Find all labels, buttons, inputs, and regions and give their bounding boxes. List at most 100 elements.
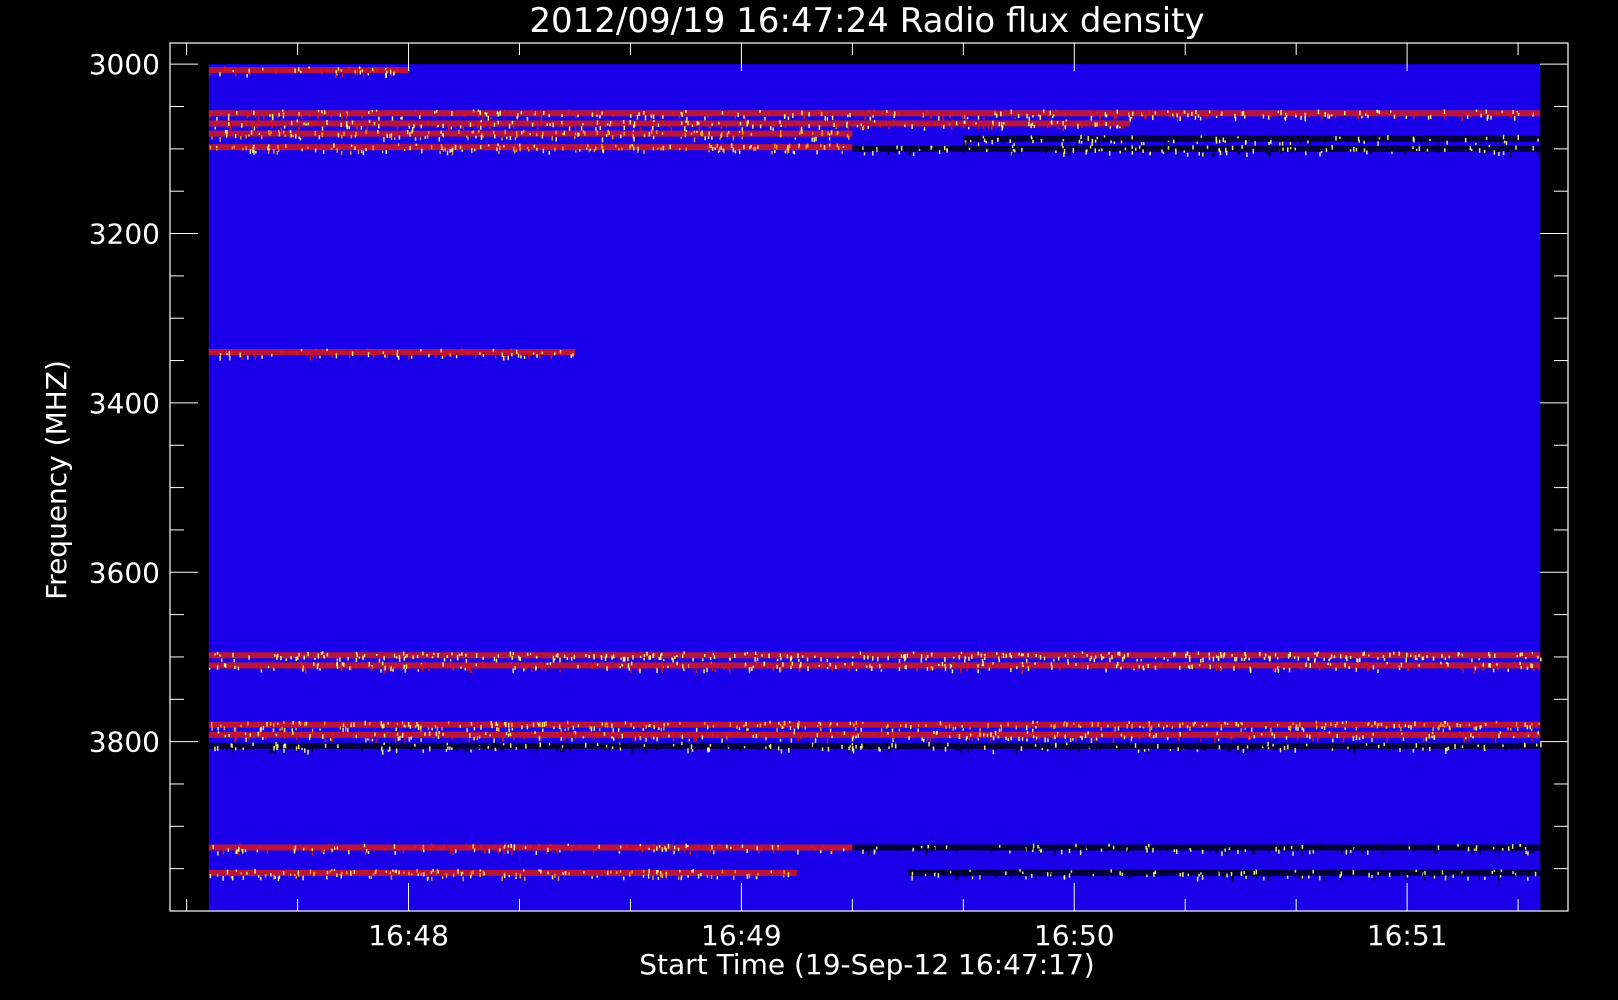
heatmap-speckle <box>1138 665 1141 669</box>
heatmap-speckle <box>1079 725 1082 728</box>
heatmap-speckle <box>1377 722 1380 726</box>
heatmap-speckle <box>618 147 620 151</box>
heatmap-speckle <box>393 653 396 658</box>
heatmap-speckle <box>692 869 695 873</box>
heatmap-speckle <box>228 351 231 356</box>
heatmap-speckle <box>1407 724 1410 729</box>
heatmap-speckle <box>1489 663 1492 668</box>
heatmap-speckle <box>1214 738 1216 743</box>
heatmap-speckle <box>430 871 433 874</box>
heatmap-speckle <box>1359 110 1361 116</box>
heatmap-speckle <box>1235 656 1238 662</box>
heatmap-speckle <box>528 148 530 152</box>
heatmap-speckle <box>455 849 457 854</box>
heatmap-speckle <box>664 846 666 850</box>
heatmap-speckle <box>283 130 285 134</box>
heatmap-speckle <box>736 725 738 729</box>
heatmap-speckle <box>238 846 240 852</box>
heatmap-speckle <box>450 350 452 355</box>
heatmap-speckle <box>245 737 247 742</box>
heatmap-speckle <box>637 734 640 738</box>
heatmap-speckle <box>593 737 596 740</box>
heatmap-speckle <box>1025 742 1028 747</box>
heatmap-speckle <box>1128 721 1130 724</box>
heatmap-speckle <box>733 749 735 753</box>
heatmap-speckle <box>1282 147 1284 151</box>
heatmap-speckle <box>560 730 562 736</box>
heatmap-speckle <box>637 146 639 151</box>
heatmap-speckle <box>1513 735 1515 739</box>
heatmap-speckle <box>834 747 837 751</box>
heatmap-speckle <box>984 653 986 657</box>
heatmap-speckle <box>1224 848 1226 852</box>
heatmap-speckle <box>1295 726 1297 731</box>
heatmap-speckle <box>772 849 775 855</box>
heatmap-speckle <box>634 738 636 742</box>
heatmap-speckle <box>478 129 480 133</box>
heatmap-speckle <box>337 132 340 138</box>
heatmap-speckle <box>289 129 292 134</box>
heatmap-speckle <box>395 111 397 116</box>
heatmap-speckle <box>359 122 361 127</box>
heatmap-speckle <box>1502 134 1505 140</box>
heatmap-speckle <box>1130 738 1133 742</box>
heatmap-speckle <box>385 870 388 873</box>
heatmap-speckle <box>449 746 451 750</box>
heatmap-speckle <box>340 745 342 748</box>
heatmap-speckle <box>912 651 915 655</box>
heatmap-speckle <box>1275 846 1277 852</box>
heatmap-speckle <box>888 145 890 150</box>
heatmap-speckle <box>481 135 484 139</box>
heatmap-speckle <box>746 874 749 879</box>
heatmap-speckle <box>1465 148 1468 151</box>
heatmap-speckle <box>514 666 516 670</box>
heatmap-speckle <box>1077 123 1079 129</box>
heatmap-speckle <box>977 651 980 656</box>
heatmap-speckle <box>273 723 275 727</box>
heatmap-speckle <box>1063 743 1066 749</box>
heatmap-speckle <box>1245 664 1248 670</box>
heatmap-speckle <box>1505 746 1507 752</box>
heatmap-speckle <box>1143 749 1146 752</box>
heatmap-speckle <box>892 732 894 738</box>
heatmap-speckle <box>644 115 647 121</box>
heatmap-speckle <box>1106 732 1108 736</box>
heatmap-speckle <box>1349 655 1352 660</box>
heatmap-speckle <box>711 668 714 672</box>
heatmap-speckle <box>380 669 382 673</box>
heatmap-speckle <box>278 131 281 137</box>
heatmap-speckle <box>562 747 564 753</box>
heatmap-speckle <box>445 749 448 752</box>
heatmap-speckle <box>578 845 581 848</box>
heatmap-speckle <box>1031 846 1033 850</box>
heatmap-speckle <box>390 66 392 70</box>
heatmap-speckle <box>855 668 858 672</box>
heatmap-speckle <box>270 130 272 135</box>
heatmap-speckle <box>1010 742 1012 745</box>
heatmap-speckle <box>421 666 424 672</box>
heatmap-speckle <box>721 869 724 874</box>
heatmap-speckle <box>732 147 735 153</box>
heatmap-speckle <box>234 71 237 77</box>
heatmap-speckle <box>1178 736 1180 741</box>
heatmap-speckle <box>397 736 400 741</box>
heatmap-speckle <box>1186 725 1189 729</box>
heatmap-speckle <box>421 148 423 154</box>
heatmap-speckle <box>627 663 630 669</box>
heatmap-speckle <box>440 130 442 134</box>
heatmap-speckle <box>1102 120 1104 123</box>
heatmap-speckle <box>799 125 801 131</box>
heatmap-speckle <box>835 125 838 129</box>
heatmap-speckle <box>1502 744 1504 748</box>
heatmap-speckle <box>916 668 918 672</box>
heatmap-speckle <box>1175 150 1177 155</box>
heatmap-speckle <box>270 119 272 123</box>
heatmap-speckle <box>1200 135 1203 138</box>
heatmap-speckle <box>526 725 529 730</box>
heatmap-speckle <box>990 732 992 737</box>
heatmap-speckle <box>376 68 378 72</box>
heatmap-speckle <box>1242 748 1245 753</box>
heatmap-speckle <box>1026 113 1028 119</box>
heatmap-speckle <box>309 869 312 874</box>
heatmap-speckle <box>1159 745 1161 749</box>
